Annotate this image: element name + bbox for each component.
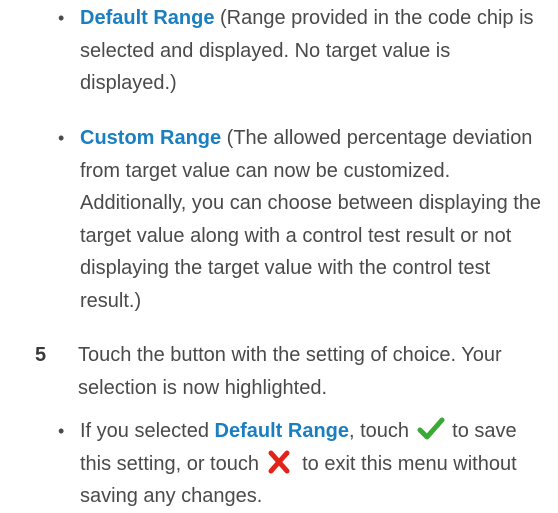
bullet-dot: •	[58, 128, 65, 148]
term-default-range: Default Range	[80, 7, 215, 29]
sub-bullet-text: , touch	[349, 420, 415, 442]
bullet-dot: •	[58, 8, 65, 28]
sub-bullet-prefix: If you selected	[80, 420, 215, 442]
term-custom-range: Custom Range	[80, 127, 222, 149]
term-default-range: Default Range	[214, 420, 349, 442]
x-mark-icon	[267, 449, 295, 475]
bullet-custom-range: Custom Range (The allowed percentage dev…	[80, 122, 550, 317]
bullet-default-range: Default Range (Range provided in the cod…	[80, 2, 550, 100]
step-5-text: Touch the button with the setting of cho…	[78, 344, 502, 399]
checkmark-icon	[417, 416, 445, 442]
instruction-page: • Default Range (Range provided in the c…	[0, 0, 558, 508]
bullet-dot: •	[58, 421, 65, 441]
step-number: 5	[35, 344, 47, 366]
sub-bullet-default-range: If you selected Default Range, touch to …	[80, 415, 545, 513]
bullet-description: (The allowed percentage deviation from t…	[80, 127, 542, 312]
